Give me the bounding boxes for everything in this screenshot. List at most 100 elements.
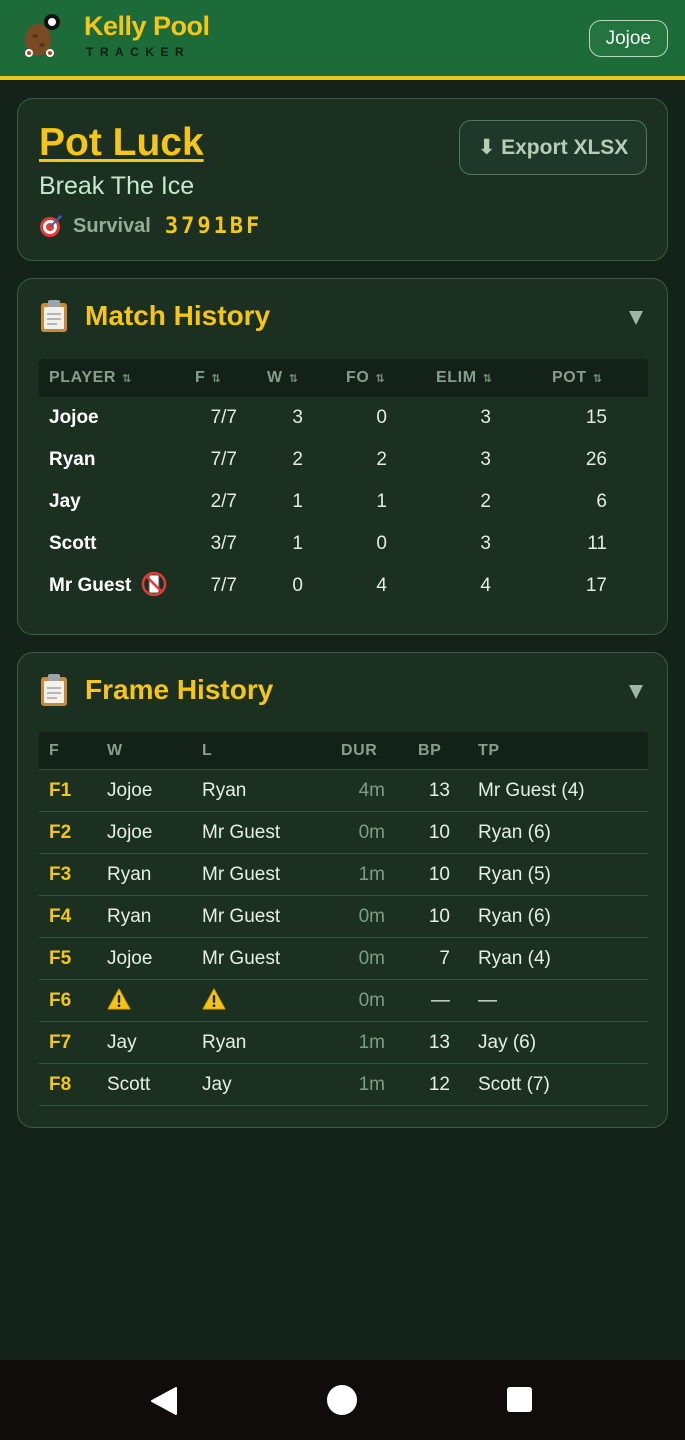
frame-winner-text: Jay <box>107 1032 137 1053</box>
column-player[interactable]: PLAYER ⇅ <box>49 359 132 398</box>
frame-number: F7 <box>49 1022 71 1064</box>
home-icon[interactable] <box>327 1385 357 1415</box>
column-label: ELIM <box>436 369 477 386</box>
eliminations: 2 <box>459 481 491 523</box>
frame-loser <box>202 980 226 1022</box>
column-balls-potted: BP <box>418 742 442 759</box>
eliminations-text: 3 <box>480 449 491 470</box>
frame-loser: Mr Guest <box>202 854 280 896</box>
user-account-button[interactable]: Jojoe <box>588 20 668 57</box>
frame-loser-text: Mr Guest <box>202 822 281 843</box>
frame-table-body: F1 Jojoe Ryan 4m 13 Mr Guest (4) F2 Jojoe Mr Gue… <box>39 770 648 1106</box>
frame-number-text: F1 <box>49 780 72 801</box>
frame-duration: 1m <box>339 1064 385 1106</box>
frames-played: 2/7 <box>189 481 237 523</box>
top-potter-text: Ryan (6) <box>478 822 551 843</box>
table-row: Jojoe 7/7 3 0 3 15 <box>39 397 648 439</box>
export-xlsx-button[interactable]: ⬇ Export XLSX <box>459 120 647 175</box>
column-duration: DUR <box>341 742 378 759</box>
game-title-link[interactable]: Pot Luck <box>39 121 204 165</box>
top-potter-text: Scott (7) <box>478 1074 550 1095</box>
match-history-title: Match History <box>85 300 271 331</box>
frame-duration: 1m <box>339 1022 385 1064</box>
balls-potted-text: 10 <box>428 864 450 885</box>
frame-duration-text: 0m <box>358 822 385 843</box>
player-name: Jay <box>49 481 81 523</box>
frame-number: F8 <box>49 1064 71 1106</box>
frame-winner <box>107 980 131 1022</box>
fouls-text: 1 <box>376 491 387 512</box>
fouls-text: 0 <box>376 533 387 554</box>
brand-title: Kelly Pool <box>84 11 210 41</box>
game-info-card: Pot Luck Break The Ice Survival 3791BF ⬇… <box>17 98 668 261</box>
eliminations-text: 2 <box>480 491 491 512</box>
warning-icon <box>107 988 131 1010</box>
frame-winner: Jojoe <box>107 770 152 812</box>
pot-total-text: 26 <box>585 449 607 470</box>
wins-text: 2 <box>292 449 303 470</box>
frame-history-header[interactable]: Frame History <box>39 673 273 707</box>
column-winner: W <box>107 742 123 759</box>
column-loser: L <box>202 742 213 759</box>
column-fouls[interactable]: FO ⇅ <box>346 359 385 398</box>
frame-loser: Mr Guest <box>202 812 280 854</box>
brand-subtitle: TRACKER <box>86 45 191 59</box>
frame-history-title: Frame History <box>85 674 274 705</box>
back-icon[interactable] <box>150 1386 178 1416</box>
frame-winner-text: Scott <box>107 1074 151 1095</box>
eliminations-text: 3 <box>480 533 491 554</box>
fouls: 1 <box>355 481 387 523</box>
balls-potted-text: 13 <box>428 1032 450 1053</box>
balls-potted: 10 <box>409 812 450 854</box>
frame-loser-text: Mr Guest <box>202 948 281 969</box>
wins: 1 <box>271 523 303 565</box>
frame-winner: Ryan <box>107 854 151 896</box>
wins: 0 <box>271 565 303 607</box>
top-potter: Ryan (5) <box>478 854 551 896</box>
player-name: Ryan <box>49 439 95 481</box>
frame-loser-text: Jay <box>202 1074 232 1095</box>
player-name-text: Ryan <box>49 449 96 470</box>
frame-duration: 1m <box>339 854 385 896</box>
match-history-collapse-icon[interactable] <box>629 311 643 325</box>
pot-total: 11 <box>567 523 607 565</box>
warning-icon <box>202 988 226 1010</box>
frame-history-card: Frame History F W L DUR BP TP F1 Jojoe Rya… <box>17 652 668 1128</box>
frame-number-text: F2 <box>49 822 72 843</box>
frame-duration-text: 0m <box>358 990 385 1011</box>
balls-potted: — <box>409 980 450 1022</box>
frame-number: F6 <box>49 980 71 1022</box>
fouls: 4 <box>355 565 387 607</box>
pot-total: 26 <box>567 439 607 481</box>
wins: 3 <box>271 397 303 439</box>
frame-number-text: F8 <box>49 1074 72 1095</box>
column-wins[interactable]: W ⇅ <box>267 359 299 398</box>
column-frames[interactable]: F ⇅ <box>195 359 221 398</box>
column-eliminations[interactable]: ELIM ⇅ <box>436 359 492 398</box>
frame-number: F3 <box>49 854 71 896</box>
fouls: 0 <box>355 523 387 565</box>
player-name-text: Mr Guest <box>49 575 132 596</box>
sort-icon: ⇅ <box>122 373 132 385</box>
balls-potted-text: — <box>431 990 450 1011</box>
frame-winner-text: Jojoe <box>107 822 153 843</box>
frames-played: 3/7 <box>189 523 237 565</box>
frames-played-text: 7/7 <box>210 449 237 470</box>
frame-loser-text: Ryan <box>202 780 247 801</box>
frames-played-text: 7/7 <box>210 407 237 428</box>
table-row: Mr Guest 7/7 0 4 4 17 <box>39 565 648 607</box>
column-pot[interactable]: POT ⇅ <box>552 359 603 398</box>
sort-icon: ⇅ <box>211 373 222 385</box>
top-potter-text: Ryan (6) <box>478 906 551 927</box>
recent-apps-icon[interactable] <box>507 1387 532 1412</box>
top-potter-text: Jay (6) <box>478 1032 537 1053</box>
frame-loser-text: Mr Guest <box>202 864 281 885</box>
player-name-text: Jojoe <box>49 407 99 428</box>
frames-played-text: 3/7 <box>210 533 237 554</box>
frame-winner-text: Ryan <box>107 864 152 885</box>
clipboard-icon <box>41 674 67 706</box>
frame-history-collapse-icon[interactable] <box>629 685 643 699</box>
match-history-header[interactable]: Match History <box>39 299 270 333</box>
table-row: Ryan 7/7 2 2 3 26 <box>39 439 648 481</box>
pot-total: 15 <box>567 397 607 439</box>
